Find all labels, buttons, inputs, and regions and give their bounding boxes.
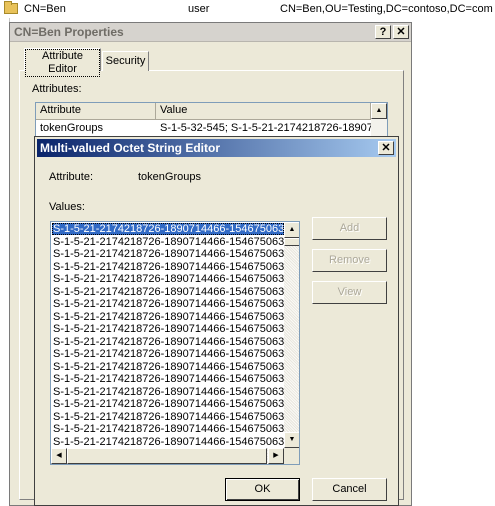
tab-attribute-editor[interactable]: Attribute Editor: [24, 48, 101, 77]
dialog-title: Multi-valued Octet String Editor: [40, 141, 221, 155]
row-attribute: tokenGroups: [40, 122, 103, 134]
list-item[interactable]: S-1-5-21-2174218726-1890714466-154675063…: [52, 348, 284, 360]
row-type: user: [188, 3, 210, 15]
close-button[interactable]: ✕: [393, 25, 409, 39]
scroll-up-icon[interactable]: ▲: [371, 103, 387, 119]
properties-title-bar[interactable]: CN=Ben Properties ? ✕: [10, 23, 411, 42]
scroll-thumb[interactable]: [67, 448, 267, 464]
folder-icon: [4, 1, 18, 14]
list-item[interactable]: S-1-5-21-2174218726-1890714466-154675063…: [52, 436, 284, 448]
attribute-value: tokenGroups: [138, 171, 201, 183]
list-item[interactable]: S-1-5-21-2174218726-1890714466-154675063…: [52, 398, 284, 410]
attribute-label: Attribute:: [49, 171, 94, 183]
values-horizontal-scrollbar[interactable]: ◀ ▶: [51, 448, 284, 464]
attributes-label: Attributes:: [32, 83, 82, 95]
values-list[interactable]: S-1-5-21-2174218726-1890714466-154675063…: [50, 221, 300, 465]
attributes-header: Attribute Value: [36, 103, 371, 120]
remove-button[interactable]: Remove: [312, 249, 387, 272]
cancel-button[interactable]: Cancel: [312, 478, 387, 501]
row-value: S-1-5-32-545; S-1-5-21-2174218726-189071…: [160, 122, 371, 134]
list-item[interactable]: S-1-5-21-2174218726-1890714466-154675063…: [52, 323, 284, 335]
dialog-close-button[interactable]: ✕: [378, 141, 394, 155]
list-item[interactable]: S-1-5-21-2174218726-1890714466-154675063…: [52, 286, 284, 298]
tab-attribute-editor-label: Attribute Editor: [25, 49, 100, 77]
row-dn: CN=Ben,OU=Testing,DC=contoso,DC=com: [280, 3, 493, 15]
column-header-attribute[interactable]: Attribute: [36, 103, 156, 119]
list-item[interactable]: S-1-5-21-2174218726-1890714466-154675063…: [52, 223, 284, 235]
column-header-value[interactable]: Value: [156, 103, 371, 119]
values-vertical-scrollbar[interactable]: ▲ ▼: [284, 222, 299, 448]
table-row[interactable]: tokenGroups S-1-5-32-545; S-1-5-21-21742…: [36, 121, 371, 137]
scroll-left-icon[interactable]: ◀: [51, 448, 67, 464]
list-item[interactable]: S-1-5-21-2174218726-1890714466-154675063…: [52, 336, 284, 348]
ok-button[interactable]: OK: [225, 478, 300, 501]
list-item[interactable]: S-1-5-21-2174218726-1890714466-154675063…: [52, 311, 284, 323]
list-item[interactable]: S-1-5-21-2174218726-1890714466-154675063…: [52, 273, 284, 285]
list-item[interactable]: S-1-5-21-2174218726-1890714466-154675063…: [52, 373, 284, 385]
tab-security[interactable]: Security: [102, 51, 149, 71]
values-label: Values:: [49, 201, 85, 213]
properties-title: CN=Ben Properties: [14, 25, 124, 39]
scroll-right-icon[interactable]: ▶: [268, 448, 284, 464]
background-list-row[interactable]: CN=Ben user CN=Ben,OU=Testing,DC=contoso…: [0, 0, 495, 18]
list-item[interactable]: S-1-5-21-2174218726-1890714466-154675063…: [52, 248, 284, 260]
list-item[interactable]: S-1-5-21-2174218726-1890714466-154675063…: [52, 236, 284, 248]
list-item[interactable]: S-1-5-21-2174218726-1890714466-154675063…: [52, 423, 284, 435]
list-item[interactable]: S-1-5-21-2174218726-1890714466-154675063…: [52, 411, 284, 423]
list-item[interactable]: S-1-5-21-2174218726-1890714466-154675063…: [52, 298, 284, 310]
row-name: CN=Ben: [24, 3, 66, 15]
help-button[interactable]: ?: [375, 25, 391, 39]
list-item[interactable]: S-1-5-21-2174218726-1890714466-154675063…: [52, 261, 284, 273]
scroll-down-icon[interactable]: ▼: [284, 432, 299, 448]
dialog-title-bar[interactable]: Multi-valued Octet String Editor ✕: [37, 139, 396, 157]
scroll-up-icon[interactable]: ▲: [284, 222, 299, 238]
scrollbar-corner: [284, 448, 299, 464]
octet-string-editor-dialog: Multi-valued Octet String Editor ✕ Attri…: [34, 136, 399, 506]
list-item[interactable]: S-1-5-21-2174218726-1890714466-154675063…: [52, 386, 284, 398]
add-button[interactable]: Add: [312, 217, 387, 240]
list-item[interactable]: S-1-5-21-2174218726-1890714466-154675063…: [52, 361, 284, 373]
scroll-thumb[interactable]: [284, 238, 299, 246]
view-button[interactable]: View: [312, 281, 387, 304]
